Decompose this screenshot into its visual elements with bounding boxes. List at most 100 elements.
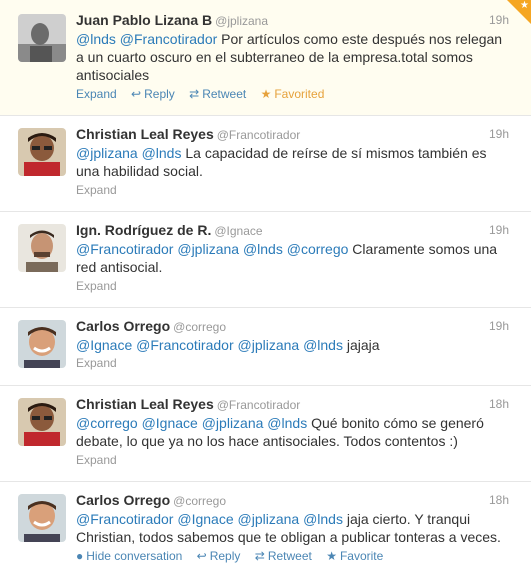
avatar[interactable] <box>18 128 66 176</box>
conversation-timeline: ★ Juan Pablo Lizana B @jplizana 19h @lnds… <box>0 0 531 584</box>
author-name[interactable]: Christian Leal Reyes <box>76 126 214 142</box>
tweet-text-span: Claramente somos una <box>348 241 498 257</box>
avatar[interactable] <box>18 494 66 542</box>
tweet-text: @Francotirador @Ignace @jplizana @lnds j… <box>76 510 513 546</box>
retweet-button[interactable]: ⇄ Retweet <box>255 549 312 563</box>
favorite-label: Favorite <box>339 549 384 563</box>
expand-link[interactable]: Expand <box>76 279 117 293</box>
expand-link[interactable]: Expand <box>76 453 117 467</box>
reply-label: Reply <box>209 549 241 563</box>
mention-link[interactable]: @Ignace <box>142 415 198 431</box>
author-handle[interactable]: @Francotirador <box>217 128 301 142</box>
favorite-label: Favorited <box>274 87 325 101</box>
tweet-header: Carlos Orrego @corrego 18h <box>76 492 509 510</box>
tweet-actions: ● Hide conversation ↩ Reply ⇄ Retweet ★ Favo… <box>76 549 394 563</box>
author-handle[interactable]: @jplizana <box>215 14 268 28</box>
author-name[interactable]: Christian Leal Reyes <box>76 396 214 412</box>
avatar[interactable] <box>18 320 66 368</box>
reply-button[interactable]: ↩ Reply <box>131 87 175 101</box>
mention-link[interactable]: @lnds <box>303 511 343 527</box>
star-icon: ★ <box>260 87 272 101</box>
timestamp[interactable]: 19h <box>489 13 509 27</box>
mention-link[interactable]: @jplizana <box>76 145 138 161</box>
favorite-button[interactable]: ★ Favorited <box>261 87 325 101</box>
retweet-icon: ⇄ <box>254 549 265 563</box>
mention-link[interactable]: @corrego <box>76 415 138 431</box>
tweet[interactable]: ★ Juan Pablo Lizana B @jplizana 19h @lnds… <box>0 0 531 116</box>
reply-label: Reply <box>144 87 175 101</box>
tweet-text-span: antisociales <box>76 67 150 83</box>
favorite-button[interactable]: ★ Favorite <box>326 549 383 563</box>
tweet[interactable]: Christian Leal Reyes @Francotirador 18h @… <box>0 386 531 482</box>
timestamp[interactable]: 18h <box>489 493 509 507</box>
tweet-text: @jplizana @lnds La capacidad de reírse d… <box>76 144 513 180</box>
tweet-actions: Expand <box>76 356 128 370</box>
mention-link[interactable]: @Ignace <box>76 337 132 353</box>
tweet[interactable]: Ign. Rodríguez de R. @Ignace 19h @Francot… <box>0 212 531 308</box>
mention-link[interactable]: @lnds <box>267 415 307 431</box>
tweet-text: @Ignace @Francotirador @jplizana @lnds j… <box>76 336 513 354</box>
reply-arrow-icon: ↩ <box>196 549 207 563</box>
tweet-text-span: Por artículos como este después nos rele… <box>217 31 503 47</box>
tweet-header: Ign. Rodríguez de R. @Ignace 19h <box>76 222 509 240</box>
retweet-label: Retweet <box>267 549 312 563</box>
mention-link[interactable]: @Francotirador <box>136 337 233 353</box>
timestamp[interactable]: 19h <box>489 127 509 141</box>
tweet-text-span: una habilidad social. <box>76 163 203 179</box>
mention-link[interactable]: @lnds <box>142 145 182 161</box>
mention-link[interactable]: @lnds <box>243 241 283 257</box>
mention-link[interactable]: @lnds <box>76 31 116 47</box>
timestamp[interactable]: 19h <box>489 319 509 333</box>
tweet-header: Carlos Orrego @corrego 19h <box>76 318 509 336</box>
author-name[interactable]: Carlos Orrego <box>76 318 170 334</box>
retweet-icon: ⇄ <box>189 87 200 101</box>
tweet-actions: Expand <box>76 279 128 293</box>
mention-link[interactable]: @jplizana <box>238 511 300 527</box>
author-name[interactable]: Ign. Rodríguez de R. <box>76 222 211 238</box>
avatar[interactable] <box>18 14 66 62</box>
tweet-text-span: La capacidad de reírse de sí mismos tamb… <box>181 145 487 161</box>
tweet-actions: Expand <box>76 453 128 467</box>
expand-link[interactable]: Expand <box>76 87 117 101</box>
mention-link[interactable]: @jplizana <box>202 415 264 431</box>
tweet-text-span: Christian, todos sabemos que te obligan … <box>76 529 501 545</box>
author-handle[interactable]: @Ignace <box>214 224 262 238</box>
mention-link[interactable]: @Francotirador <box>76 511 173 527</box>
timestamp[interactable]: 18h <box>489 397 509 411</box>
expand-link[interactable]: Expand <box>76 356 117 370</box>
reply-arrow-icon: ↩ <box>131 87 142 101</box>
tweet[interactable]: Carlos Orrego @corrego 18h @Francotirador… <box>0 482 531 584</box>
hide-conversation-label: Hide conversation <box>86 549 183 563</box>
mention-link[interactable]: @Ignace <box>177 511 233 527</box>
tweet-header: Juan Pablo Lizana B @jplizana 19h <box>76 12 509 30</box>
author-handle[interactable]: @corrego <box>173 320 226 334</box>
tweet-text-span: jajaja <box>342 337 380 353</box>
mention-link[interactable]: @lnds <box>303 337 343 353</box>
author-handle[interactable]: @corrego <box>173 494 226 508</box>
reply-button[interactable]: ↩ Reply <box>197 549 241 563</box>
tweet-text-span: debate, lo que ya no los hace antisocial… <box>76 433 458 449</box>
tweet-actions: Expand ↩ Reply ⇄ Retweet ★ Favorited <box>76 87 335 101</box>
retweet-button[interactable]: ⇄ Retweet <box>189 87 246 101</box>
mention-link[interactable]: @jplizana <box>177 241 239 257</box>
author-name[interactable]: Juan Pablo Lizana B <box>76 12 212 28</box>
expand-link[interactable]: Expand <box>76 183 117 197</box>
tweet-text: @corrego @Ignace @jplizana @lnds Qué bon… <box>76 414 513 450</box>
mention-link[interactable]: @Francotirador <box>120 31 217 47</box>
tweet[interactable]: Christian Leal Reyes @Francotirador 19h @… <box>0 116 531 212</box>
avatar[interactable] <box>18 398 66 446</box>
hide-conversation-link[interactable]: ● Hide conversation <box>76 549 182 563</box>
mention-link[interactable]: @Francotirador <box>76 241 173 257</box>
tweet-header: Christian Leal Reyes @Francotirador 18h <box>76 396 509 414</box>
author-handle[interactable]: @Francotirador <box>217 398 301 412</box>
tweet[interactable]: Carlos Orrego @corrego 19h @Ignace @Franc… <box>0 308 531 386</box>
timestamp[interactable]: 19h <box>489 223 509 237</box>
author-name[interactable]: Carlos Orrego <box>76 492 170 508</box>
retweet-label: Retweet <box>202 87 247 101</box>
mention-link[interactable]: @jplizana <box>238 337 300 353</box>
mention-link[interactable]: @corrego <box>287 241 349 257</box>
avatar[interactable] <box>18 224 66 272</box>
tweet-text-span: red antisocial. <box>76 259 163 275</box>
tweet-text-span: Qué bonito cómo se generó <box>307 415 484 431</box>
tweet-text-span: jaja cierto. Y tranqui <box>342 511 471 527</box>
